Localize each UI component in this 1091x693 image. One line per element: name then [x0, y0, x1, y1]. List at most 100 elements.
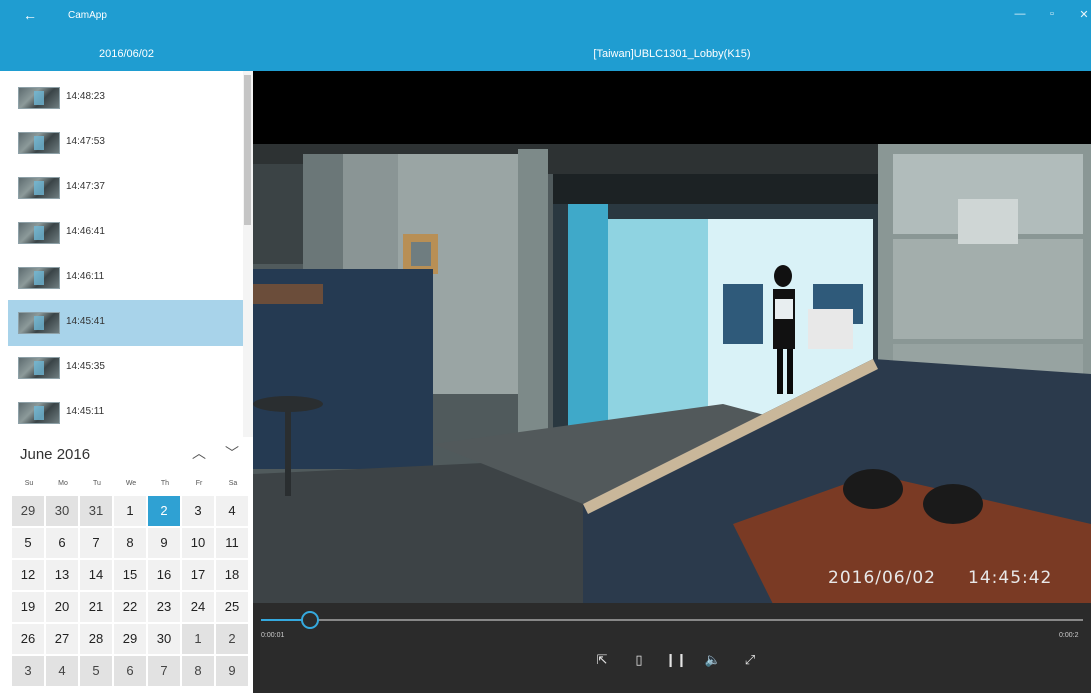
camera-title: [Taiwan]UBLC1301_Lobby(K15)	[593, 48, 751, 60]
calendar-day[interactable]: 30	[46, 496, 78, 526]
clip-time-label: 14:47:37	[66, 181, 105, 192]
minimize-button[interactable]: —	[1008, 8, 1032, 20]
weekday-label: Tu	[93, 480, 101, 487]
fullscreen-icon[interactable]: ⤢	[739, 650, 761, 670]
share-icon[interactable]: ⇱	[591, 650, 613, 670]
chevron-up-icon[interactable]: ︿	[189, 443, 209, 463]
clip-list-item[interactable]: 14:47:53	[8, 120, 243, 166]
clip-time-label: 14:45:41	[66, 316, 105, 327]
calendar-day[interactable]: 7	[80, 528, 112, 558]
calendar-day[interactable]: 18	[216, 560, 248, 590]
calendar-day[interactable]: 14	[80, 560, 112, 590]
calendar-day[interactable]: 29	[114, 624, 146, 654]
maximize-button[interactable]: ▫	[1040, 8, 1064, 20]
calendar-day[interactable]: 26	[12, 624, 44, 654]
clip-list-scrollbar[interactable]	[243, 71, 253, 437]
weekday-label: Sa	[228, 480, 238, 487]
calendar-day[interactable]: 9	[216, 656, 248, 686]
end-time: 0:00:2	[1059, 632, 1079, 639]
video-timestamp-overlay: 2016/06/02 14:45:42	[828, 568, 1052, 588]
weekday-label: Su	[24, 480, 34, 487]
clip-time-label: 14:47:53	[66, 136, 105, 147]
calendar-day[interactable]: 13	[46, 560, 78, 590]
calendar-day[interactable]: 1	[182, 624, 214, 654]
calendar-day[interactable]: 23	[148, 592, 180, 622]
clip-list: 14:48:23 14:47:53 14:47:37 14:46:41 14:46:11…	[0, 71, 253, 437]
sidebar: 14:48:23 14:47:53 14:47:37 14:46:41 14:46:11…	[0, 71, 253, 693]
clip-list-item[interactable]: 14:45:11	[8, 390, 243, 436]
app-title: CamApp	[68, 10, 107, 21]
calendar-day[interactable]: 3	[182, 496, 214, 526]
clip-thumbnail	[18, 312, 60, 334]
calendar-day[interactable]: 22	[114, 592, 146, 622]
calendar-weekdays: Su Mo Tu We Th Fr Sa	[12, 480, 250, 494]
clip-thumbnail	[18, 402, 60, 424]
weekday-label: Mo	[58, 480, 68, 487]
clip-thumbnail	[18, 132, 60, 154]
clip-list-item[interactable]: 14:45:41	[8, 300, 243, 346]
seek-bar-thumb[interactable]	[301, 611, 320, 629]
camera-scene	[253, 144, 1091, 604]
calendar-day[interactable]: 24	[182, 592, 214, 622]
calendar-day[interactable]: 5	[12, 528, 44, 558]
back-arrow-icon[interactable]: ←	[20, 7, 40, 23]
chevron-down-icon[interactable]: ﹀	[222, 443, 242, 463]
clip-thumbnail	[18, 222, 60, 244]
clip-time-label: 14:46:11	[66, 271, 105, 282]
overlay-time: 14:45:42	[968, 568, 1053, 588]
clip-list-item[interactable]: 14:46:41	[8, 210, 243, 256]
calendar-day[interactable]: 27	[46, 624, 78, 654]
calendar-day[interactable]: 20	[46, 592, 78, 622]
calendar-day[interactable]: 25	[216, 592, 248, 622]
weekday-label: Th	[160, 480, 170, 487]
clip-time-label: 14:46:41	[66, 226, 105, 237]
clip-list-item[interactable]: 14:47:37	[8, 165, 243, 211]
frame-icon[interactable]: ▯	[628, 650, 650, 670]
clip-list-item[interactable]: 14:45:35	[8, 345, 243, 391]
clip-time-label: 14:45:11	[66, 406, 105, 417]
calendar-day[interactable]: 6	[46, 528, 78, 558]
pause-icon[interactable]: ❙❙	[665, 650, 687, 670]
close-button[interactable]: ✕	[1072, 8, 1091, 21]
calendar-day[interactable]: 6	[114, 656, 146, 686]
selected-date-title: 2016/06/02	[98, 48, 155, 60]
calendar-day[interactable]: 31	[80, 496, 112, 526]
calendar-day[interactable]: 28	[80, 624, 112, 654]
calendar-day[interactable]: 17	[182, 560, 214, 590]
calendar-day[interactable]: 19	[12, 592, 44, 622]
calendar-month-label[interactable]: June 2016	[20, 446, 90, 463]
calendar: June 2016 ︿ ﹀ Su Mo Tu We Th Fr Sa 29 30 31 1 2 3 4 5…	[0, 437, 253, 693]
calendar-day[interactable]: 9	[148, 528, 180, 558]
calendar-day[interactable]: 29	[12, 496, 44, 526]
calendar-day[interactable]: 7	[148, 656, 180, 686]
calendar-day[interactable]: 4	[216, 496, 248, 526]
seek-bar[interactable]	[261, 611, 1083, 629]
calendar-day[interactable]: 2	[148, 496, 180, 526]
calendar-day[interactable]: 10	[182, 528, 214, 558]
overlay-date: 2016/06/02	[828, 568, 936, 588]
clip-list-item[interactable]: 14:48:23	[8, 75, 243, 121]
calendar-day[interactable]: 16	[148, 560, 180, 590]
volume-icon[interactable]: 🔈	[702, 650, 724, 670]
calendar-day[interactable]: 8	[114, 528, 146, 558]
calendar-day[interactable]: 3	[12, 656, 44, 686]
camera-frame: 2016/06/02 14:45:42	[253, 144, 1091, 604]
scrollbar-thumb[interactable]	[244, 75, 251, 225]
calendar-day[interactable]: 12	[12, 560, 44, 590]
calendar-day[interactable]: 5	[80, 656, 112, 686]
video-player[interactable]: 2016/06/02 14:45:42	[253, 71, 1091, 693]
current-time: 0:00:01	[261, 632, 285, 639]
clip-thumbnail	[18, 177, 60, 199]
weekday-label: We	[125, 480, 137, 487]
clip-list-item[interactable]: 14:46:11	[8, 255, 243, 301]
calendar-day[interactable]: 4	[46, 656, 78, 686]
calendar-day[interactable]: 2	[216, 624, 248, 654]
calendar-day[interactable]: 21	[80, 592, 112, 622]
player-controls: 0:00:01 0:00:2 ⇱ ▯ ❙❙ 🔈 ⤢	[253, 603, 1091, 693]
calendar-day[interactable]: 30	[148, 624, 180, 654]
calendar-day[interactable]: 1	[114, 496, 146, 526]
calendar-day[interactable]: 15	[114, 560, 146, 590]
calendar-day[interactable]: 8	[182, 656, 214, 686]
clip-thumbnail	[18, 87, 60, 109]
calendar-day[interactable]: 11	[216, 528, 248, 558]
